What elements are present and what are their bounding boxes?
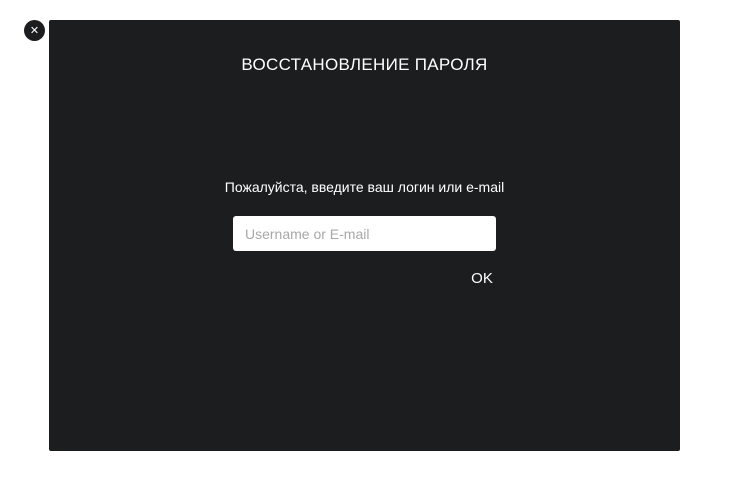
close-button[interactable]: ✕ (24, 20, 45, 41)
close-icon: ✕ (29, 24, 40, 37)
ok-button[interactable]: OK (467, 269, 497, 289)
username-email-input[interactable] (233, 216, 496, 251)
prompt-text: Пожалуйста, введите ваш логин или e-mail (224, 179, 505, 195)
password-recovery-modal: ВОССТАНОВЛЕНИЕ ПАРОЛЯ Пожалуйста, введит… (49, 20, 680, 451)
modal-title: ВОССТАНОВЛЕНИЕ ПАРОЛЯ (241, 55, 488, 74)
